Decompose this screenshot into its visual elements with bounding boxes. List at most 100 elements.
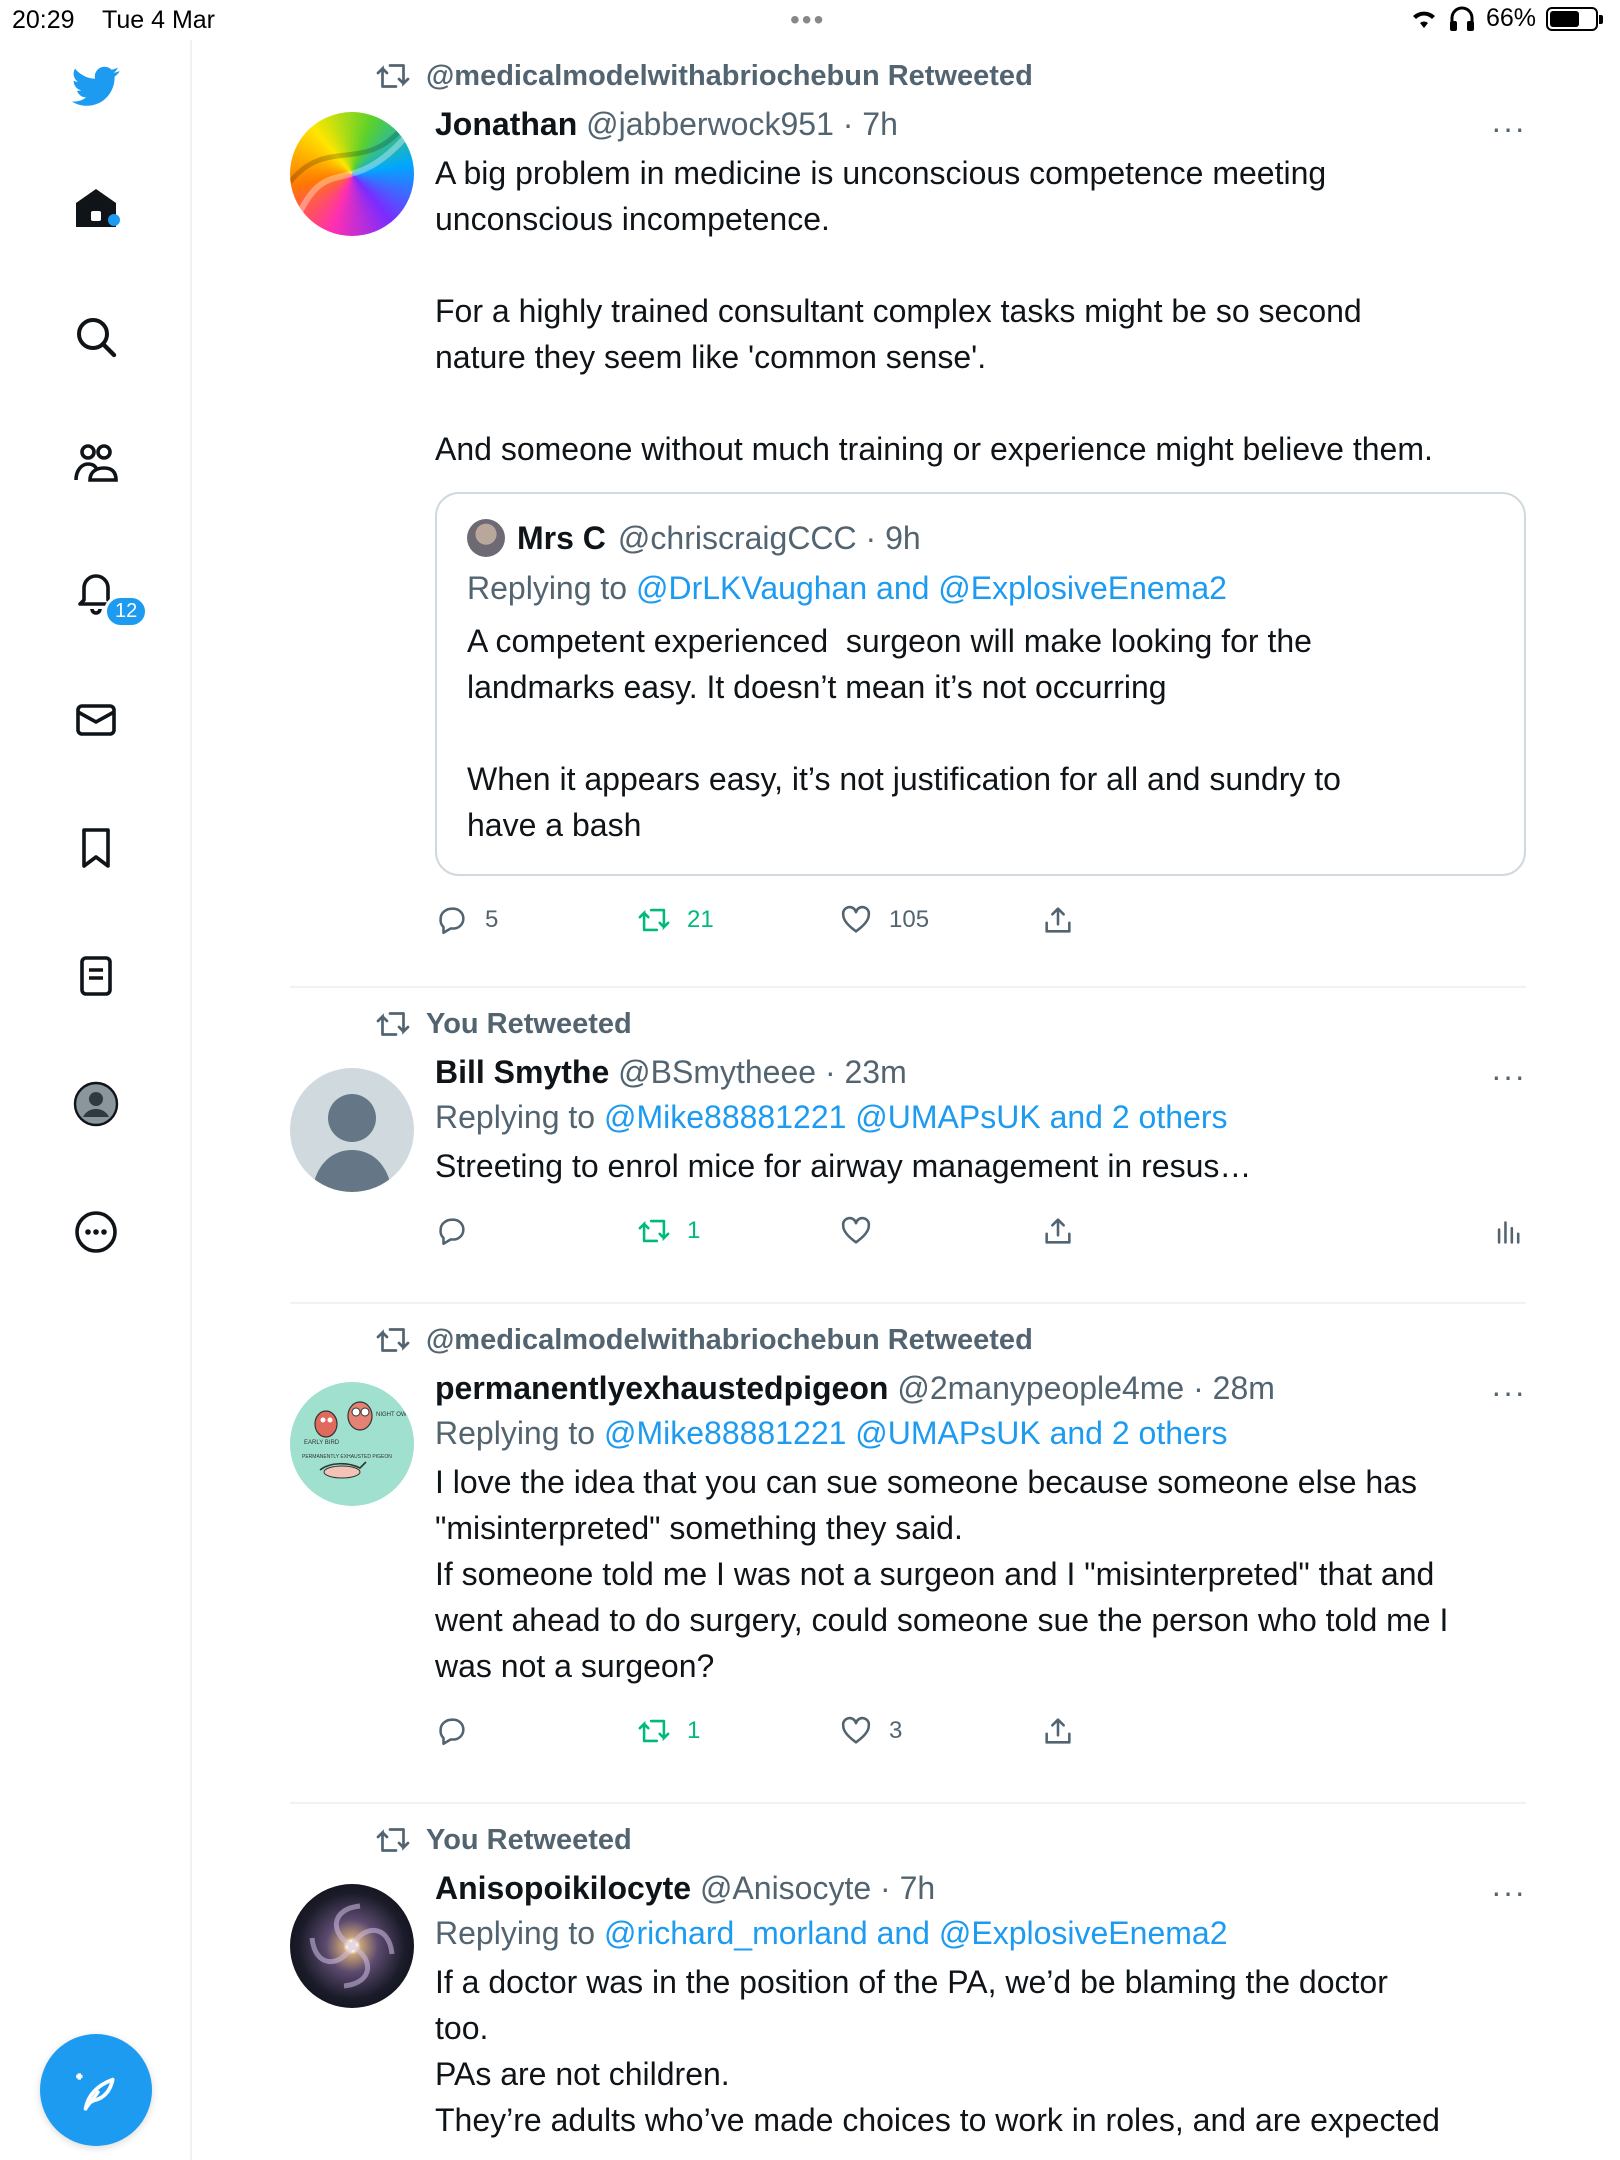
heart-icon [841, 905, 871, 933]
retweet-icon [638, 1219, 670, 1243]
retweet-icon [376, 1828, 410, 1852]
share-button[interactable] [1041, 1707, 1075, 1755]
retweet-icon [376, 64, 410, 88]
more-circle-icon [75, 1211, 117, 1253]
avatar-text-pigeon: PERMANENTLY EXHAUSTED PIGEON [302, 1454, 392, 1460]
more-options-icon[interactable]: ··· [1491, 1374, 1526, 1411]
retweet-context: You Retweeted [374, 1820, 632, 1860]
share-icon [1045, 907, 1071, 933]
replying-to-prefix: Replying to [435, 1099, 596, 1135]
tweet-card[interactable]: You Retweeted Bill Smythe @BSmytheee · 2… [290, 988, 1526, 1304]
sidebar-item-more[interactable] [70, 1206, 122, 1258]
tweet-header: permanentlyexhaustedpigeon @2manypeople4… [435, 1368, 1526, 1408]
status-date: Tue 4 Mar [102, 6, 216, 34]
quoted-tweet-text: A competent experienced surgeon will mak… [467, 623, 1341, 843]
status-right: 66% [1410, 4, 1603, 33]
sidebar-item-communities[interactable] [70, 438, 122, 490]
quoted-replying-to: Replying to @DrLKVaughan and @ExplosiveE… [467, 568, 1494, 608]
retweet-button[interactable]: 1 [637, 1707, 700, 1755]
like-button[interactable]: 3 [839, 1707, 902, 1755]
multitasking-dots-icon[interactable]: ••• [790, 4, 825, 36]
share-button[interactable] [1041, 1207, 1075, 1255]
battery-icon [1546, 6, 1603, 31]
tweet-card[interactable]: @medicalmodelwithabriochebun Retweeted J… [290, 40, 1526, 988]
tweet-header: Bill Smythe @BSmytheee · 23m [435, 1052, 1526, 1092]
handle-and-time[interactable]: @jabberwock951 · 7h [586, 106, 898, 142]
replying-to-users[interactable]: @DrLKVaughan and @ExplosiveEnema2 [636, 570, 1227, 606]
avatar[interactable]: EARLY BIRD NIGHT OWL PERMANENTLY EXHAUST… [290, 1382, 414, 1506]
more-options-icon[interactable]: ··· [1491, 1874, 1526, 1911]
handle-and-time[interactable]: @BSmytheee · 23m [618, 1054, 907, 1090]
reply-count: 5 [485, 906, 499, 933]
replying-to: Replying to @Mike88881221 @UMAPsUK and 2… [435, 1097, 1526, 1137]
replying-to-users[interactable]: @Mike88881221 @UMAPsUK and 2 others [604, 1415, 1228, 1451]
more-options-icon[interactable]: ··· [1491, 110, 1526, 147]
quoted-tweet-header: Mrs C @chriscraigCCC · 9h [467, 518, 1494, 558]
display-name[interactable]: Anisopoikilocyte [435, 1870, 691, 1906]
avatar[interactable] [290, 1884, 414, 2008]
tweet-actions: 1 3 [435, 1707, 1526, 1755]
retweet-context: @medicalmodelwithabriochebun Retweeted [374, 1320, 1033, 1360]
more-options-icon[interactable]: ··· [1491, 1058, 1526, 1095]
reply-button[interactable] [435, 1207, 485, 1255]
sidebar-item-bookmarks[interactable] [70, 822, 122, 874]
compose-tweet-button[interactable] [40, 2034, 152, 2146]
like-button[interactable] [839, 1207, 889, 1255]
sidebar-item-home[interactable] [70, 183, 122, 235]
tweet-header: Jonathan @jabberwock951 · 7h [435, 104, 1526, 144]
tweet-content: Bill Smythe @BSmytheee · 23m ··· Replyin… [435, 1052, 1526, 1255]
retweeted-by-label: You Retweeted [426, 1823, 632, 1856]
bookmark-icon [82, 828, 110, 868]
tweet-text: If a doctor was in the position of the P… [435, 1964, 1440, 2138]
retweet-context: @medicalmodelwithabriochebun Retweeted [374, 56, 1033, 96]
twitter-logo-icon[interactable] [70, 60, 122, 112]
retweeted-by-label: @medicalmodelwithabriochebun Retweeted [426, 1323, 1033, 1356]
sidebar-item-profile[interactable] [70, 1078, 122, 1130]
avatar-text-early-bird: EARLY BIRD [304, 1440, 340, 1446]
retweet-icon [638, 908, 670, 932]
reply-button[interactable]: 5 [435, 896, 498, 944]
sidebar-item-messages[interactable] [70, 694, 122, 746]
retweet-button[interactable]: 21 [637, 896, 714, 944]
replying-to-prefix: Replying to [435, 1915, 596, 1951]
handle-and-time[interactable]: @Anisocyte · 7h [700, 1870, 935, 1906]
tweet-card[interactable]: You Retweeted Anisopoikilocyte @Anisocyt… [290, 1804, 1526, 2160]
sidebar-item-lists[interactable] [70, 950, 122, 1002]
replying-to-users[interactable]: @richard_morland and @ExplosiveEnema2 [604, 1915, 1228, 1951]
avatar-swirl [290, 112, 414, 214]
quoted-handle-and-time: @chriscraigCCC · 9h [617, 520, 921, 556]
avatar[interactable] [290, 112, 414, 236]
like-button[interactable]: 105 [839, 896, 929, 944]
avatar[interactable] [290, 1068, 414, 1192]
tweet-card[interactable]: @medicalmodelwithabriochebun Retweeted E… [290, 1304, 1526, 1804]
quoted-display-name: Mrs C [517, 520, 606, 556]
quoted-tweet[interactable]: Mrs C @chriscraigCCC · 9h Replying to @D… [435, 492, 1526, 876]
reply-icon [439, 907, 465, 935]
handle-and-time[interactable]: @2manypeople4me · 28m [897, 1370, 1275, 1406]
reply-button[interactable] [435, 1707, 485, 1755]
galaxy-avatar-art [309, 1903, 395, 1989]
retweet-icon [376, 1328, 410, 1352]
analytics-button[interactable] [1492, 1207, 1526, 1255]
retweet-button[interactable]: 1 [637, 1207, 700, 1255]
display-name[interactable]: Jonathan [435, 106, 577, 142]
sidebar-item-explore[interactable] [70, 311, 122, 363]
envelope-icon [76, 704, 116, 736]
default-avatar-icon [312, 1094, 392, 1192]
headphones-icon [1449, 6, 1474, 31]
status-bar: 20:29 Tue 4 Mar ••• 66% [0, 0, 1620, 40]
tweet-actions: 1 [435, 1207, 1526, 1255]
retweet-icon [638, 1719, 670, 1743]
display-name[interactable]: permanentlyexhaustedpigeon [435, 1370, 888, 1406]
replying-to: Replying to @richard_morland and @Explos… [435, 1913, 1526, 1953]
share-button[interactable] [1041, 896, 1075, 944]
lists-icon [80, 956, 112, 996]
tweet-text: Streeting to enrol mice for airway manag… [435, 1148, 1252, 1184]
display-name[interactable]: Bill Smythe [435, 1054, 609, 1090]
quoted-avatar [467, 519, 505, 557]
replying-to-users[interactable]: @Mike88881221 @UMAPsUK and 2 others [604, 1099, 1228, 1135]
wifi-icon [1412, 11, 1435, 28]
heart-icon [841, 1216, 871, 1244]
share-icon [1045, 1718, 1071, 1744]
battery-percent: 66% [1485, 4, 1536, 32]
